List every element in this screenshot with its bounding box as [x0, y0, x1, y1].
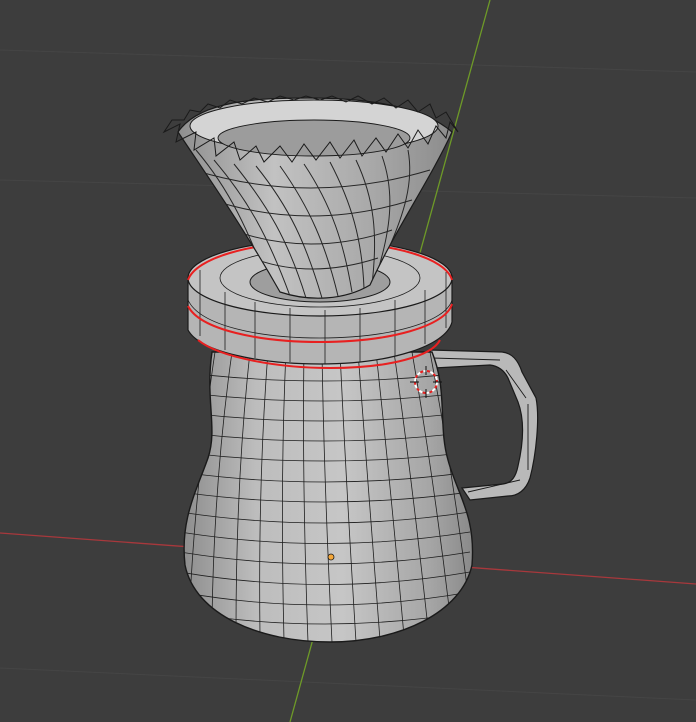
mug-body[interactable] — [180, 351, 474, 643]
3d-viewport[interactable] — [0, 0, 696, 722]
object-origin-icon — [327, 553, 335, 561]
